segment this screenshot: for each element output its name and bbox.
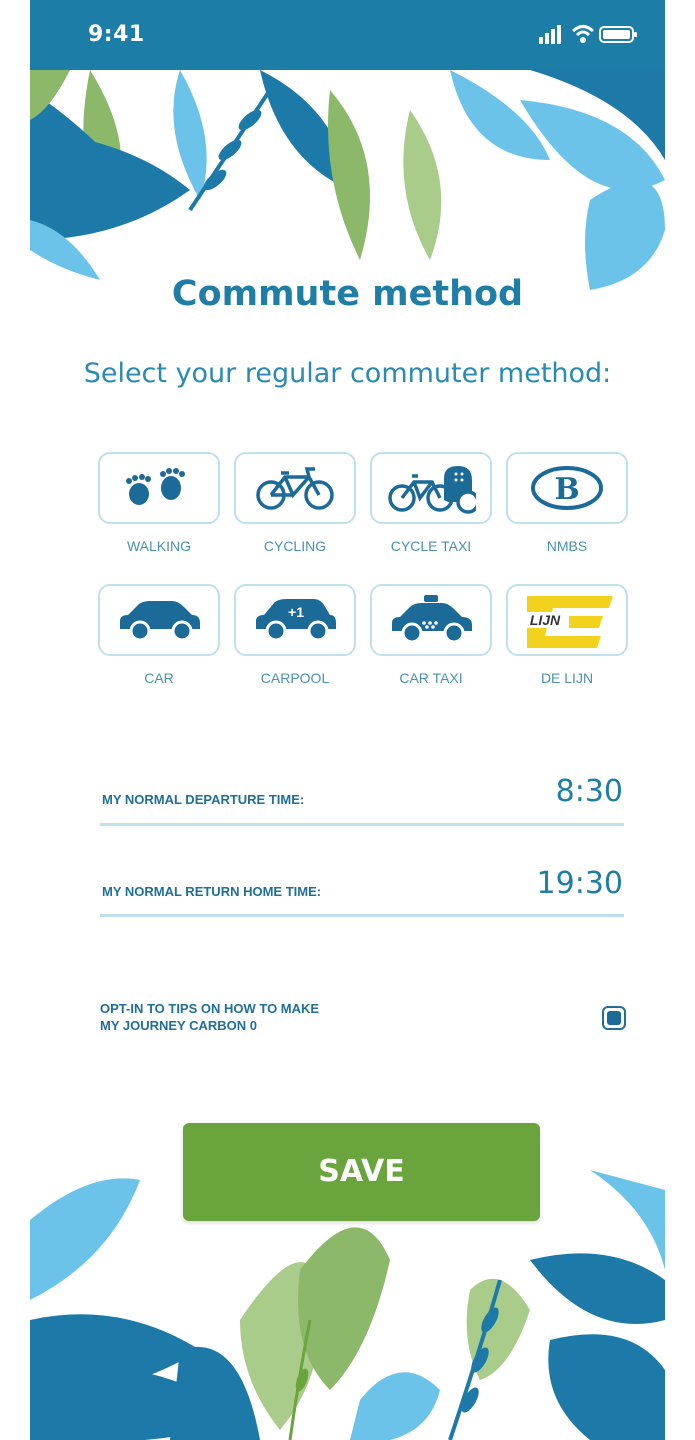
status-bar: 9:41 [30,0,665,70]
method-label: CAR [144,670,174,686]
method-de-lijn-button[interactable]: LIJN [506,584,628,656]
method-label: CAR TAXI [399,670,463,686]
footprints-icon [126,468,185,505]
method-nmbs-button[interactable]: B [506,452,628,524]
method-label: CYCLE TAXI [390,538,472,554]
de-lijn-logo-text: LIJN [530,612,561,628]
save-button[interactable]: SAVE [183,1123,540,1221]
de-lijn-logo-icon: LIJN [525,596,613,648]
page-title: Commute method [171,274,524,314]
checkbox-checked-indicator [607,1011,621,1025]
method-label: WALKING [126,538,192,554]
page-subtitle: Select your regular commuter method: [83,358,612,389]
car-icon [120,601,200,642]
optin-label-line2: MY JOURNEY CARBON 0 [100,1018,257,1033]
method-cycle-taxi-button[interactable] [370,452,492,524]
departure-time-underline [100,823,624,826]
carpool-badge: +1 [288,604,304,620]
method-label: CARPOOL [260,670,330,686]
method-walking-button[interactable] [98,452,220,524]
method-carpool-button[interactable]: +1 [234,584,356,656]
svg-text:B: B [554,472,579,507]
carpool-icon: +1 [256,599,336,642]
status-icons [539,24,639,46]
battery-icon [599,24,639,48]
cycle-taxi-icon [388,466,476,514]
method-car-button[interactable] [98,584,220,656]
method-cycling-button[interactable] [234,452,356,524]
departure-time-label: MY NORMAL DEPARTURE TIME: [102,792,305,807]
signal-icon [539,24,565,48]
method-label: CYCLING [263,538,327,554]
nmbs-logo-icon: B [531,466,603,510]
wifi-icon [571,24,595,48]
return-time-label: MY NORMAL RETURN HOME TIME: [102,884,322,899]
optin-label: OPT-IN TO TIPS ON HOW TO MAKE MY JOURNEY… [100,1000,430,1034]
departure-time-input[interactable]: 8:30 [556,774,623,809]
method-label: NMBS [546,538,588,554]
method-label: DE LIJN [540,670,594,686]
method-car-taxi-button[interactable] [370,584,492,656]
return-time-underline [100,914,624,917]
status-time: 9:41 [88,22,145,47]
optin-checkbox[interactable] [602,1006,626,1030]
taxi-icon [392,595,472,644]
optin-label-line1: OPT-IN TO TIPS ON HOW TO MAKE [100,1001,320,1016]
phone-screen: 9:41 Commute method Select your regular … [30,0,665,1440]
bicycle-icon [256,467,334,510]
return-time-input[interactable]: 19:30 [537,866,623,901]
